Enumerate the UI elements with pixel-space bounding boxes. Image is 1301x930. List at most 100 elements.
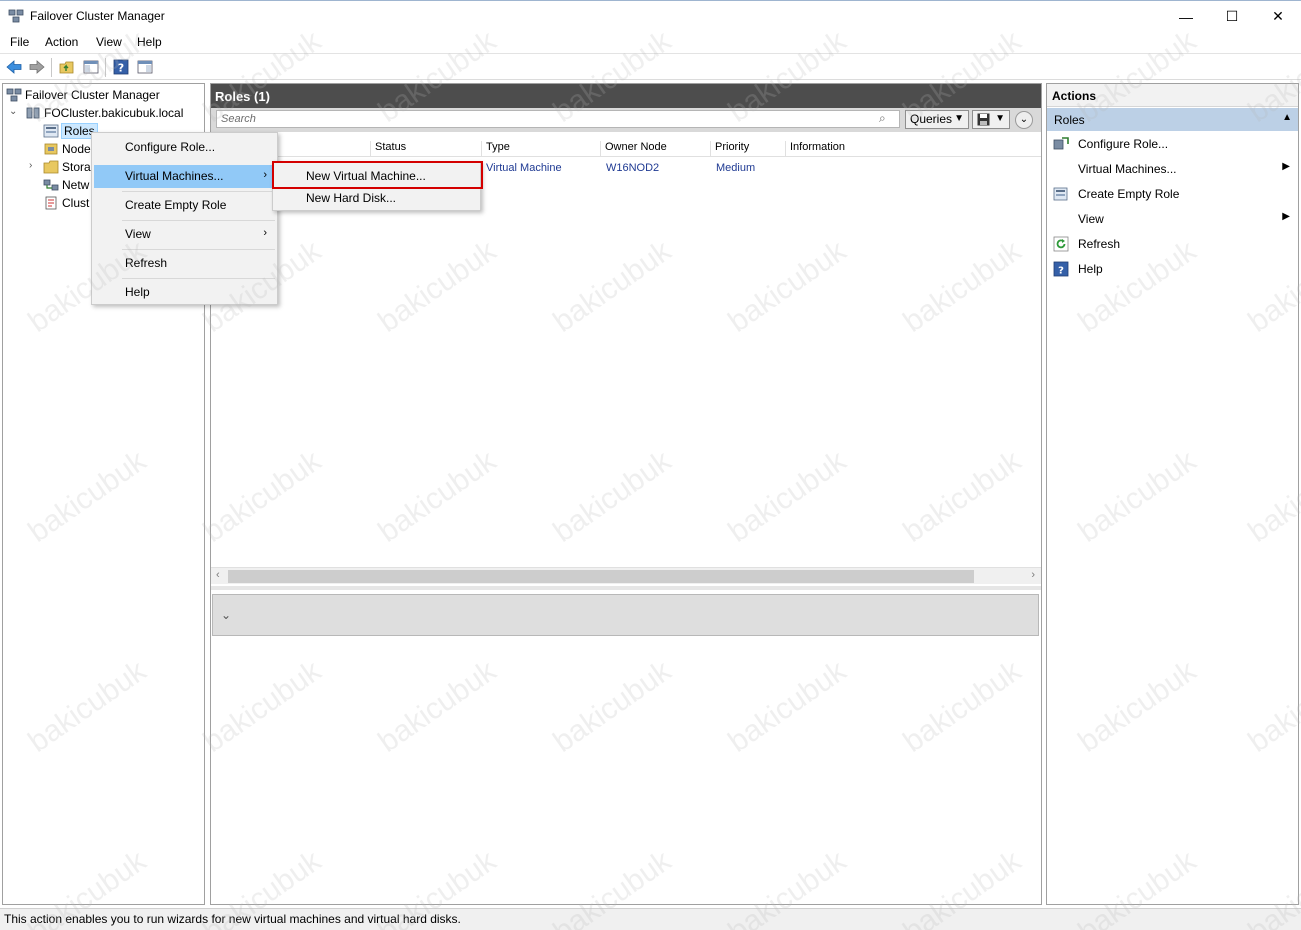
expand-chevron-icon[interactable]: › — [29, 160, 32, 171]
toolbar: ? — [0, 53, 1301, 80]
search-icon[interactable]: ⌕ — [879, 111, 886, 126]
column-priority[interactable]: Priority — [710, 141, 786, 157]
status-text: This action enables you to run wizards f… — [4, 912, 461, 926]
cluster-manager-icon — [8, 9, 24, 23]
collapse-up-icon[interactable]: ▲ — [1282, 112, 1292, 123]
scrollbar-thumb[interactable] — [228, 570, 974, 583]
submenu-arrow-icon: › — [263, 227, 267, 239]
column-type[interactable]: Type — [481, 141, 601, 157]
help-icon[interactable]: ? — [112, 58, 130, 76]
ctx-view[interactable]: View › — [94, 223, 275, 246]
scroll-right-icon[interactable]: › — [1031, 569, 1035, 581]
annotation-highlight-box — [272, 161, 483, 189]
table-header: Status Type Owner Node Priority Informat… — [211, 137, 1041, 157]
menu-file[interactable]: File — [10, 35, 29, 49]
column-owner-node[interactable]: Owner Node — [600, 141, 710, 157]
window-title: Failover Cluster Manager — [30, 9, 165, 23]
tree-root-label: Failover Cluster Manager — [25, 87, 160, 102]
action-virtual-machines[interactable]: Virtual Machines... ▶ — [1047, 158, 1298, 180]
svg-text:?: ? — [1058, 266, 1064, 277]
menu-view[interactable]: View — [96, 35, 122, 49]
actions-title: Actions — [1047, 84, 1298, 107]
dropdown-arrow-icon: ▼ — [954, 113, 964, 124]
tree-item-networks[interactable]: Netw — [43, 176, 89, 193]
collapse-chevron-icon[interactable]: ⌄ — [1015, 111, 1033, 129]
expand-chevron-icon[interactable]: ⌄ — [221, 608, 231, 622]
tree-item-label: Clust — [62, 195, 90, 210]
tree-item-label: Node — [62, 141, 91, 156]
horizontal-scrollbar[interactable]: ‹ › — [211, 567, 1041, 584]
cell-owner-node: W16NOD2 — [606, 162, 660, 174]
save-icon — [977, 113, 990, 126]
create-empty-role-icon — [1053, 187, 1068, 201]
search-input[interactable]: Search — [216, 110, 900, 128]
menu-separator — [122, 249, 275, 250]
action-help[interactable]: ? Help — [1047, 258, 1298, 280]
tree-cluster-label: FOCluster.bakicubuk.local — [44, 105, 184, 120]
action-label: Configure Role... — [1078, 137, 1169, 151]
action-label: Help — [1078, 262, 1103, 276]
tree-item-label: Netw — [62, 177, 90, 192]
dropdown-arrow-icon: ▼ — [995, 113, 1005, 124]
action-view[interactable]: View ▶ — [1047, 208, 1298, 230]
menu-action[interactable]: Action — [45, 35, 78, 49]
forward-arrow-icon[interactable] — [28, 58, 46, 76]
actions-section-roles[interactable]: Roles ▲ — [1047, 108, 1298, 131]
ctx-item-label: Virtual Machines... — [125, 169, 224, 183]
cell-priority: Medium — [716, 162, 756, 174]
ctx-virtual-machines[interactable]: Virtual Machines... › — [94, 165, 275, 188]
ctx-create-empty-role[interactable]: Create Empty Role — [94, 194, 275, 217]
cluster-icon — [26, 107, 40, 118]
tree-item-label: Stora — [62, 159, 91, 174]
action-create-empty-role[interactable]: Create Empty Role — [1047, 183, 1298, 205]
context-menu: Configure Role... Virtual Machines... › … — [91, 132, 278, 305]
submenu-arrow-icon: ▶ — [1282, 161, 1290, 172]
maximize-button[interactable]: ☐ — [1209, 1, 1255, 32]
collapse-chevron-icon[interactable]: ⌄ — [9, 106, 17, 117]
column-information[interactable]: Information — [785, 141, 905, 157]
refresh-icon — [1053, 236, 1069, 252]
ctx-item-label: View — [125, 227, 151, 241]
save-query-dropdown[interactable]: ▼ — [972, 110, 1010, 129]
action-refresh[interactable]: Refresh — [1047, 233, 1298, 255]
pane-splitter[interactable] — [211, 586, 1041, 590]
tree-root[interactable]: Failover Cluster Manager — [6, 86, 160, 103]
actions-pane: Actions Roles ▲ Configure Role... Virtua… — [1046, 83, 1299, 905]
roles-icon — [43, 124, 59, 137]
actions-section-label: Roles — [1054, 113, 1085, 127]
tree-item-storage[interactable]: Stora — [43, 158, 91, 175]
action-label: Refresh — [1078, 237, 1121, 251]
up-folder-icon[interactable] — [58, 58, 76, 76]
minimize-button[interactable]: — — [1163, 1, 1209, 32]
action-configure-role[interactable]: Configure Role... — [1047, 133, 1298, 155]
help-icon: ? — [1053, 261, 1069, 277]
details-panel: ⌄ — [212, 594, 1039, 636]
close-button[interactable]: ✕ — [1255, 1, 1301, 32]
ctx-configure-role[interactable]: Configure Role... — [94, 136, 275, 159]
status-bar: This action enables you to run wizards f… — [0, 908, 1301, 930]
toolbar-separator — [105, 58, 106, 77]
show-hide-action-pane-icon[interactable] — [136, 58, 154, 76]
menu-help[interactable]: Help — [137, 35, 162, 49]
scroll-left-icon[interactable]: ‹ — [216, 569, 220, 581]
column-status[interactable]: Status — [370, 141, 480, 157]
search-toolbar: Search ⌕ Queries ▼ ▼ ⌄ — [211, 108, 1041, 132]
cluster-manager-icon — [6, 88, 22, 101]
ctx-refresh[interactable]: Refresh — [94, 252, 275, 275]
tree-cluster[interactable]: FOCluster.bakicubuk.local — [25, 104, 183, 121]
queries-dropdown[interactable]: Queries ▼ — [905, 110, 969, 129]
back-arrow-icon[interactable] — [5, 58, 23, 76]
submenu-arrow-icon: › — [263, 169, 267, 181]
nodes-icon — [44, 143, 58, 154]
title-bar: Failover Cluster Manager — ☐ ✕ — [0, 0, 1301, 31]
submenu-arrow-icon: ▶ — [1282, 211, 1290, 222]
ctx-help[interactable]: Help — [94, 281, 275, 304]
queries-label: Queries — [910, 112, 953, 126]
menu-separator — [122, 278, 275, 279]
menu-bar: File Action View Help — [0, 31, 1301, 53]
ctx-new-hard-disk[interactable]: New Hard Disk... — [275, 187, 478, 210]
tree-item-roles[interactable]: Roles — [43, 122, 98, 139]
show-hide-tree-icon[interactable] — [82, 58, 100, 76]
tree-item-cluster-events[interactable]: Clust — [43, 194, 89, 211]
tree-item-nodes[interactable]: Node — [43, 140, 91, 157]
